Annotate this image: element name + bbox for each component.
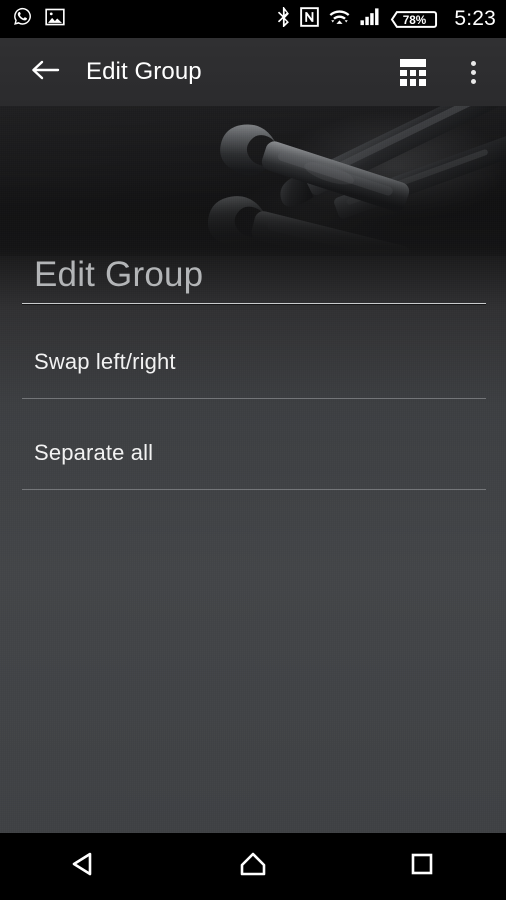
menu-item-divider [22, 489, 486, 490]
bluetooth-icon [276, 6, 291, 33]
nav-recents-button[interactable] [377, 833, 467, 900]
app-bar: Edit Group [0, 38, 506, 106]
arrow-left-icon [30, 58, 60, 87]
menu-item-label: Swap left/right [34, 349, 176, 374]
triangle-back-icon [68, 848, 100, 885]
overflow-menu-button[interactable] [456, 55, 490, 89]
battery-percent-text: 78% [403, 13, 427, 26]
nav-home-button[interactable] [208, 833, 298, 900]
nfc-icon [300, 6, 320, 32]
cellular-signal-icon [360, 7, 381, 31]
home-icon [237, 848, 269, 885]
header-vignette [0, 106, 506, 266]
wifi-icon [328, 7, 351, 31]
dialog-title: Edit Group [34, 255, 204, 294]
phone-screen: 78% 5:23 Edit Group Edit Group Swap left… [0, 0, 506, 900]
menu-item-label: Separate all [34, 440, 154, 465]
status-bar-notification-icons [12, 6, 65, 32]
nav-back-button[interactable] [39, 833, 129, 900]
keypad-grid-icon [400, 58, 426, 86]
status-bar-system-icons: 78% 5:23 [276, 6, 496, 33]
more-vertical-icon [470, 60, 476, 84]
image-icon [45, 8, 65, 31]
keypad-button[interactable] [396, 55, 430, 89]
app-bar-actions [396, 55, 490, 89]
battery-indicator: 78% [390, 9, 439, 30]
menu-item-divider [22, 398, 486, 399]
square-recents-icon [406, 848, 438, 885]
menu-item-separate-all[interactable]: Separate all [0, 422, 506, 515]
whatsapp-icon [12, 6, 33, 32]
dialog-title-divider [22, 303, 486, 304]
app-bar-back-button[interactable] [28, 55, 62, 89]
menu-item-swap-left-right[interactable]: Swap left/right [0, 331, 506, 424]
status-bar-clock: 5:23 [454, 7, 496, 30]
status-bar: 78% 5:23 [0, 0, 506, 38]
system-navigation-bar [0, 833, 506, 900]
header-background-image [0, 106, 506, 266]
app-bar-title: Edit Group [86, 58, 202, 85]
